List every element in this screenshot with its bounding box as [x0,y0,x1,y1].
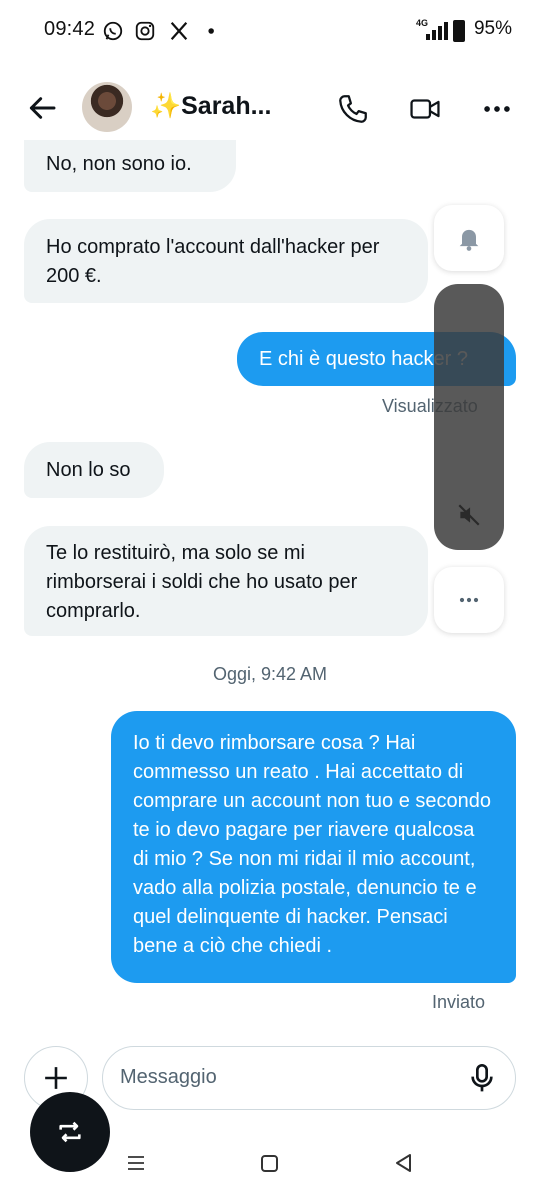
x-icon [170,22,188,40]
message-bubble-outgoing[interactable]: Io ti devo rimborsare cosa ? Hai commess… [111,711,516,983]
avatar[interactable] [82,82,132,132]
instagram-icon [135,21,155,41]
status-bar: 09:42 4G 95% [0,0,540,60]
message-text: Ho comprato l'account dall'hacker per 20… [46,236,380,287]
video-icon[interactable] [408,92,442,126]
recent-apps-icon[interactable] [124,1150,148,1176]
repost-fab[interactable] [30,1092,110,1172]
more-horizontal-icon [459,597,479,603]
plus-icon [45,1067,67,1089]
signal-icon: 4G [416,18,448,40]
home-icon[interactable] [258,1150,282,1176]
message-status: Inviato [432,992,486,1012]
back-icon[interactable] [392,1150,416,1176]
date-divider: Oggi, 9:42 AM [212,664,328,684]
message-bubble-incoming[interactable]: Ho comprato l'account dall'hacker per 20… [24,219,428,303]
repost-icon [59,1121,81,1143]
battery-level: 95% [473,18,512,39]
message-text: Non lo so [46,459,131,481]
contact-name[interactable]: ✨Sarah... [150,92,271,121]
message-options-button[interactable] [434,567,504,633]
dot-icon [208,28,214,34]
message-bubble-incoming[interactable]: Non lo so [24,442,164,498]
message-input-placeholder: Messaggio [120,1066,217,1088]
notification-button[interactable] [434,205,504,271]
message-text: Te lo restituirò, ma solo se mi rimborse… [46,542,358,622]
volume-slider-overlay[interactable] [434,284,504,550]
message-text: Io ti devo rimborsare cosa ? Hai commess… [133,732,492,957]
status-time: 09:42 [44,18,96,40]
phone-icon[interactable] [336,92,370,126]
more-icon[interactable] [480,92,514,126]
bell-icon [459,229,479,251]
battery-icon [453,20,465,42]
message-bubble-incoming[interactable]: Te lo restituirò, ma solo se mi rimborse… [24,526,428,636]
message-bubble-incoming[interactable]: No, non sono io. [24,140,236,192]
network-type: 4G [416,18,429,28]
mute-icon [458,504,480,526]
microphone-icon[interactable] [466,1061,498,1095]
message-text: No, non sono io. [46,153,192,175]
back-arrow-icon[interactable] [26,92,58,124]
whatsapp-icon [103,21,123,41]
